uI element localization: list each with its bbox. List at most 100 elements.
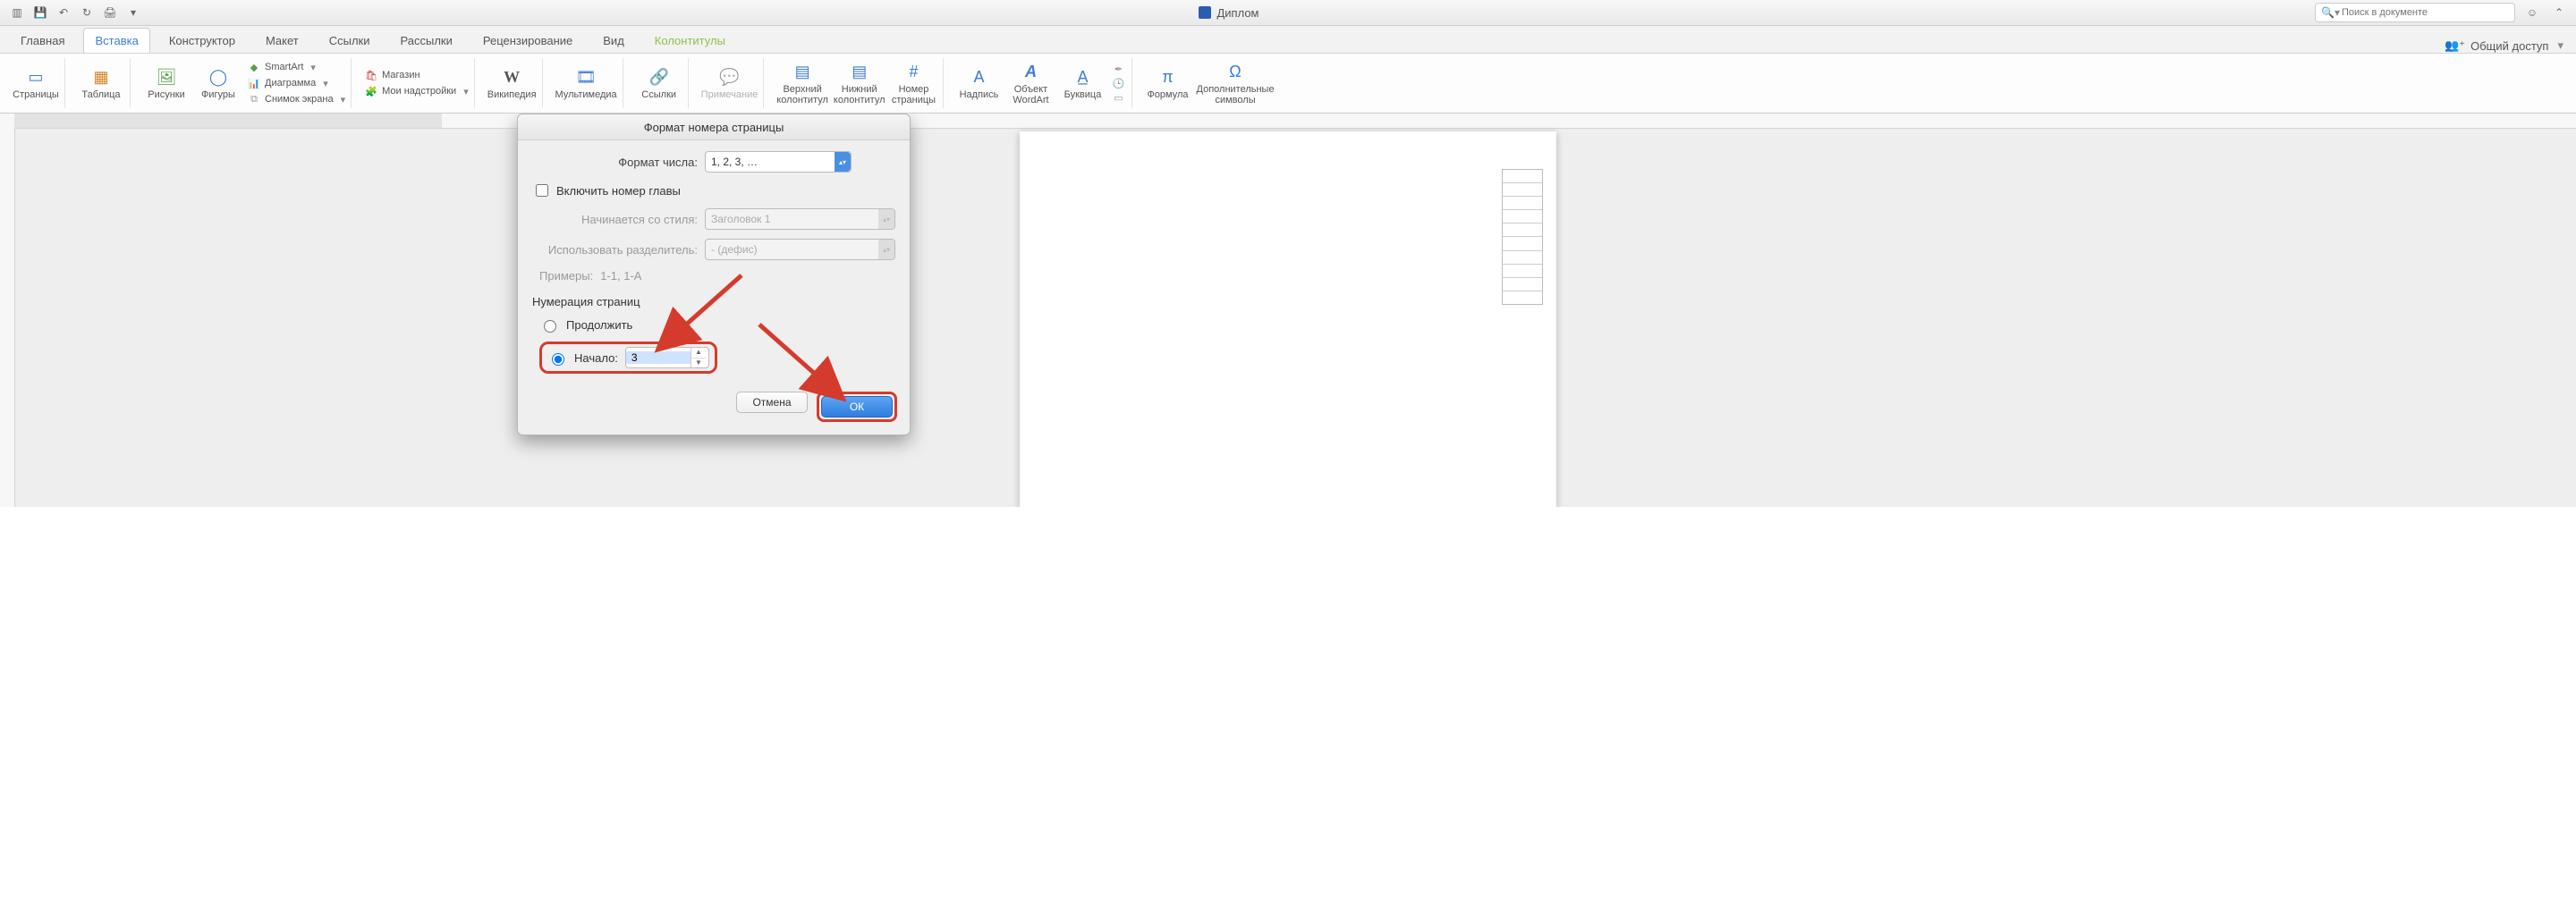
redo-icon[interactable]: ↻ (77, 3, 97, 22)
tab-mailings[interactable]: Рассылки (389, 28, 464, 53)
shapes-button[interactable]: ◯ Фигуры (195, 58, 242, 108)
sigline-icon: ✒ (1112, 62, 1126, 76)
include-chapter-input[interactable] (536, 184, 548, 197)
user-smiley-icon[interactable]: ☺ (2522, 3, 2542, 22)
wordart-button[interactable]: A Объект WordArt (1008, 58, 1055, 108)
start-at-radio[interactable] (552, 353, 564, 366)
dropcap-button[interactable]: A̲ Буквица (1060, 58, 1106, 108)
table-label: Таблица (81, 90, 120, 101)
tab-header-footer[interactable]: Колонтитулы (643, 28, 737, 53)
smartart-icon: ◆ (247, 60, 261, 74)
tab-view[interactable]: Вид (591, 28, 636, 53)
horizontal-ruler (14, 114, 2576, 129)
media-label: Мультимедиа (555, 90, 617, 101)
symbol-icon: Ω (1224, 60, 1247, 83)
tab-design[interactable]: Конструктор (157, 28, 247, 53)
dropcap-icon: A̲ (1072, 65, 1095, 89)
store-icon: 🛍 (364, 68, 378, 82)
qat-more-icon[interactable]: ▾ (123, 3, 143, 22)
examples-label: Примеры: (539, 269, 593, 283)
number-format-label: Формат числа: (532, 156, 698, 169)
start-at-input[interactable] (626, 351, 691, 364)
continue-label: Продолжить (566, 318, 632, 332)
starts-with-style-value: Заголовок 1 (711, 213, 770, 225)
screenshot-button[interactable]: ⧉Снимок экрана▾ (247, 92, 345, 106)
object-icon: ▭ (1112, 90, 1126, 105)
links-button[interactable]: 🔗 Ссылки (636, 58, 682, 108)
myaddins-button[interactable]: 🧩Мои надстройки▾ (364, 84, 469, 98)
ok-button[interactable]: ОК (821, 396, 893, 418)
dialog-title: Формат номера страницы (518, 114, 910, 140)
textbox-icon: A (968, 65, 991, 89)
table-icon: ▦ (89, 65, 113, 89)
link-icon: 🔗 (648, 65, 671, 89)
search-input[interactable] (2340, 6, 2509, 19)
step-up-icon[interactable]: ▲ (691, 348, 706, 358)
separator-select: - (дефис) ▴▾ (705, 239, 895, 260)
include-chapter-label: Включить номер главы (556, 184, 681, 198)
collapse-icon[interactable]: ⌃ (2549, 3, 2569, 22)
wikipedia-button[interactable]: W Википедия (487, 58, 537, 108)
ok-highlight: ОК (817, 392, 897, 422)
spinner-steppers[interactable]: ▲▼ (691, 348, 706, 367)
equation-button[interactable]: π Формула (1145, 58, 1191, 108)
examples-value: 1-1, 1-А (600, 269, 641, 283)
pictures-label: Рисунки (148, 90, 185, 101)
word-doc-icon (1199, 6, 1211, 19)
select-stepper-icon: ▴▾ (878, 209, 894, 229)
document-page[interactable] (1020, 131, 1556, 507)
share-icon: 👥⁺ (2445, 38, 2465, 53)
continue-radio[interactable] (544, 320, 556, 333)
smartart-label: SmartArt (265, 62, 303, 72)
cancel-button[interactable]: Отмена (736, 392, 808, 413)
document-title: Диплом (1216, 6, 1258, 20)
pages-button[interactable]: ▭ Страницы (13, 58, 59, 108)
sidebar-toggle-icon[interactable]: ▥ (7, 3, 27, 22)
document-area: Формат номера страницы Формат числа: 1, … (0, 114, 2576, 507)
start-at-spinner[interactable]: ▲▼ (625, 347, 709, 368)
media-button[interactable]: 🎞 Мультимедиа (555, 58, 617, 108)
header-button[interactable]: ▤ Верхний колонтитул (776, 58, 828, 108)
object-button[interactable]: ▭ (1112, 90, 1126, 105)
tab-insert[interactable]: Вставка (83, 28, 149, 53)
separator-label: Использовать разделитель: (532, 243, 698, 257)
tab-layout[interactable]: Макет (254, 28, 310, 53)
page-content-thumbnail (1502, 169, 1543, 305)
datetime-icon: 🕒 (1112, 76, 1126, 90)
equation-icon: π (1157, 65, 1180, 89)
chart-button[interactable]: 📊Диаграмма▾ (247, 76, 345, 90)
symbol-button[interactable]: Ω Дополнительные символы (1197, 58, 1275, 108)
number-format-select[interactable]: 1, 2, 3, … ▴▾ (705, 151, 852, 173)
print-icon[interactable]: 🖨 (100, 3, 120, 22)
pagenumber-icon: # (902, 60, 926, 83)
equation-label: Формула (1147, 90, 1188, 101)
comment-label: Примечание (701, 90, 758, 101)
page-number-button[interactable]: # Номер страницы (891, 58, 937, 108)
store-button[interactable]: 🛍Магазин (364, 68, 469, 82)
undo-icon[interactable]: ↶ (54, 3, 73, 22)
tab-review[interactable]: Рецензирование (471, 28, 584, 53)
tab-home[interactable]: Главная (9, 28, 76, 53)
tab-references[interactable]: Ссылки (318, 28, 382, 53)
pagenumber-label: Номер страницы (892, 85, 936, 105)
comment-button[interactable]: 💬 Примечание (701, 58, 758, 108)
textbox-button[interactable]: A Надпись (956, 58, 1003, 108)
chart-icon: 📊 (247, 76, 261, 90)
number-format-value: 1, 2, 3, … (711, 156, 758, 168)
pictures-button[interactable]: 🖼 Рисунки (143, 58, 190, 108)
footer-button[interactable]: ▤ Нижний колонтитул (834, 58, 886, 108)
wordart-icon: A (1020, 60, 1043, 83)
step-down-icon[interactable]: ▼ (691, 358, 706, 368)
table-button[interactable]: ▦ Таблица (78, 58, 124, 108)
screenshot-icon: ⧉ (247, 92, 261, 106)
sigline-button[interactable]: ✒ (1112, 62, 1126, 76)
include-chapter-checkbox[interactable]: Включить номер главы (532, 181, 895, 199)
smartart-button[interactable]: ◆SmartArt▾ (247, 60, 345, 74)
share-button[interactable]: 👥⁺ Общий доступ ▾ (2445, 38, 2567, 53)
search-box[interactable]: 🔍▾ (2315, 3, 2515, 22)
page-numbering-section: Нумерация страниц (532, 295, 895, 308)
picture-icon: 🖼 (155, 65, 178, 89)
datetime-button[interactable]: 🕒 (1112, 76, 1126, 90)
continue-radio-row[interactable]: Продолжить (539, 317, 895, 333)
save-icon[interactable]: 💾 (30, 3, 50, 22)
